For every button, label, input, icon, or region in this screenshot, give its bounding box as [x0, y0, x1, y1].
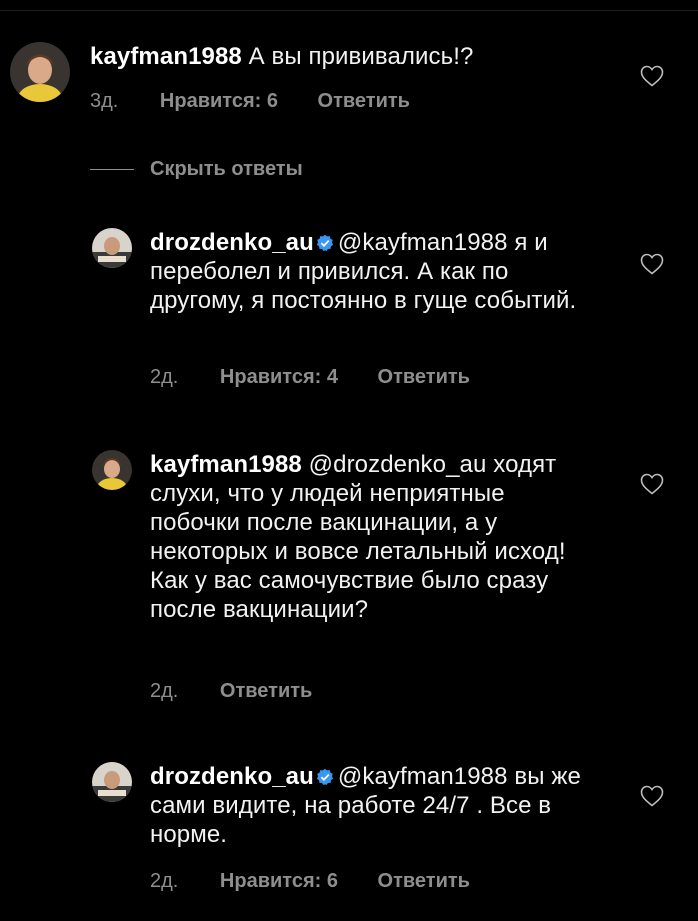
heart-icon[interactable] [640, 65, 664, 87]
comment-text: А вы прививались!? [248, 43, 474, 70]
top-divider [0, 10, 698, 11]
comment-username[interactable]: drozdenko_au [150, 229, 314, 256]
heart-icon[interactable] [640, 253, 664, 275]
comment-time: 3д. [90, 90, 119, 112]
mention-link[interactable]: @drozdenko_au [309, 451, 487, 478]
verified-badge-icon [316, 768, 334, 786]
avatar[interactable] [92, 450, 132, 490]
reply-button[interactable]: Ответить [220, 680, 312, 702]
comment-time: 2д. [150, 366, 179, 388]
comment-username[interactable]: drozdenko_au [150, 763, 314, 790]
comment-username[interactable]: kayfman1988 [90, 43, 242, 70]
likes-count[interactable]: Нравится: 4 [220, 366, 338, 388]
likes-count[interactable]: Нравится: 6 [160, 90, 278, 112]
divider-line [90, 169, 134, 170]
comment-time: 2д. [150, 680, 179, 702]
hide-replies-label: Скрыть ответы [150, 158, 303, 180]
avatar[interactable] [10, 42, 70, 102]
avatar[interactable] [92, 228, 132, 268]
reply-button[interactable]: Ответить [378, 366, 470, 388]
heart-icon[interactable] [640, 473, 664, 495]
reply-button[interactable]: Ответить [318, 90, 410, 112]
heart-icon[interactable] [640, 785, 664, 807]
mention-link[interactable]: @kayfman1988 [338, 229, 508, 256]
verified-badge-icon [316, 234, 334, 252]
reply-button[interactable]: Ответить [378, 870, 470, 892]
hide-replies-button[interactable]: Скрыть ответы [90, 158, 303, 181]
likes-count[interactable]: Нравится: 6 [220, 870, 338, 892]
comment-time: 2д. [150, 870, 179, 892]
avatar[interactable] [92, 762, 132, 802]
comment-username[interactable]: kayfman1988 [150, 451, 302, 478]
mention-link[interactable]: @kayfman1988 [338, 763, 508, 790]
